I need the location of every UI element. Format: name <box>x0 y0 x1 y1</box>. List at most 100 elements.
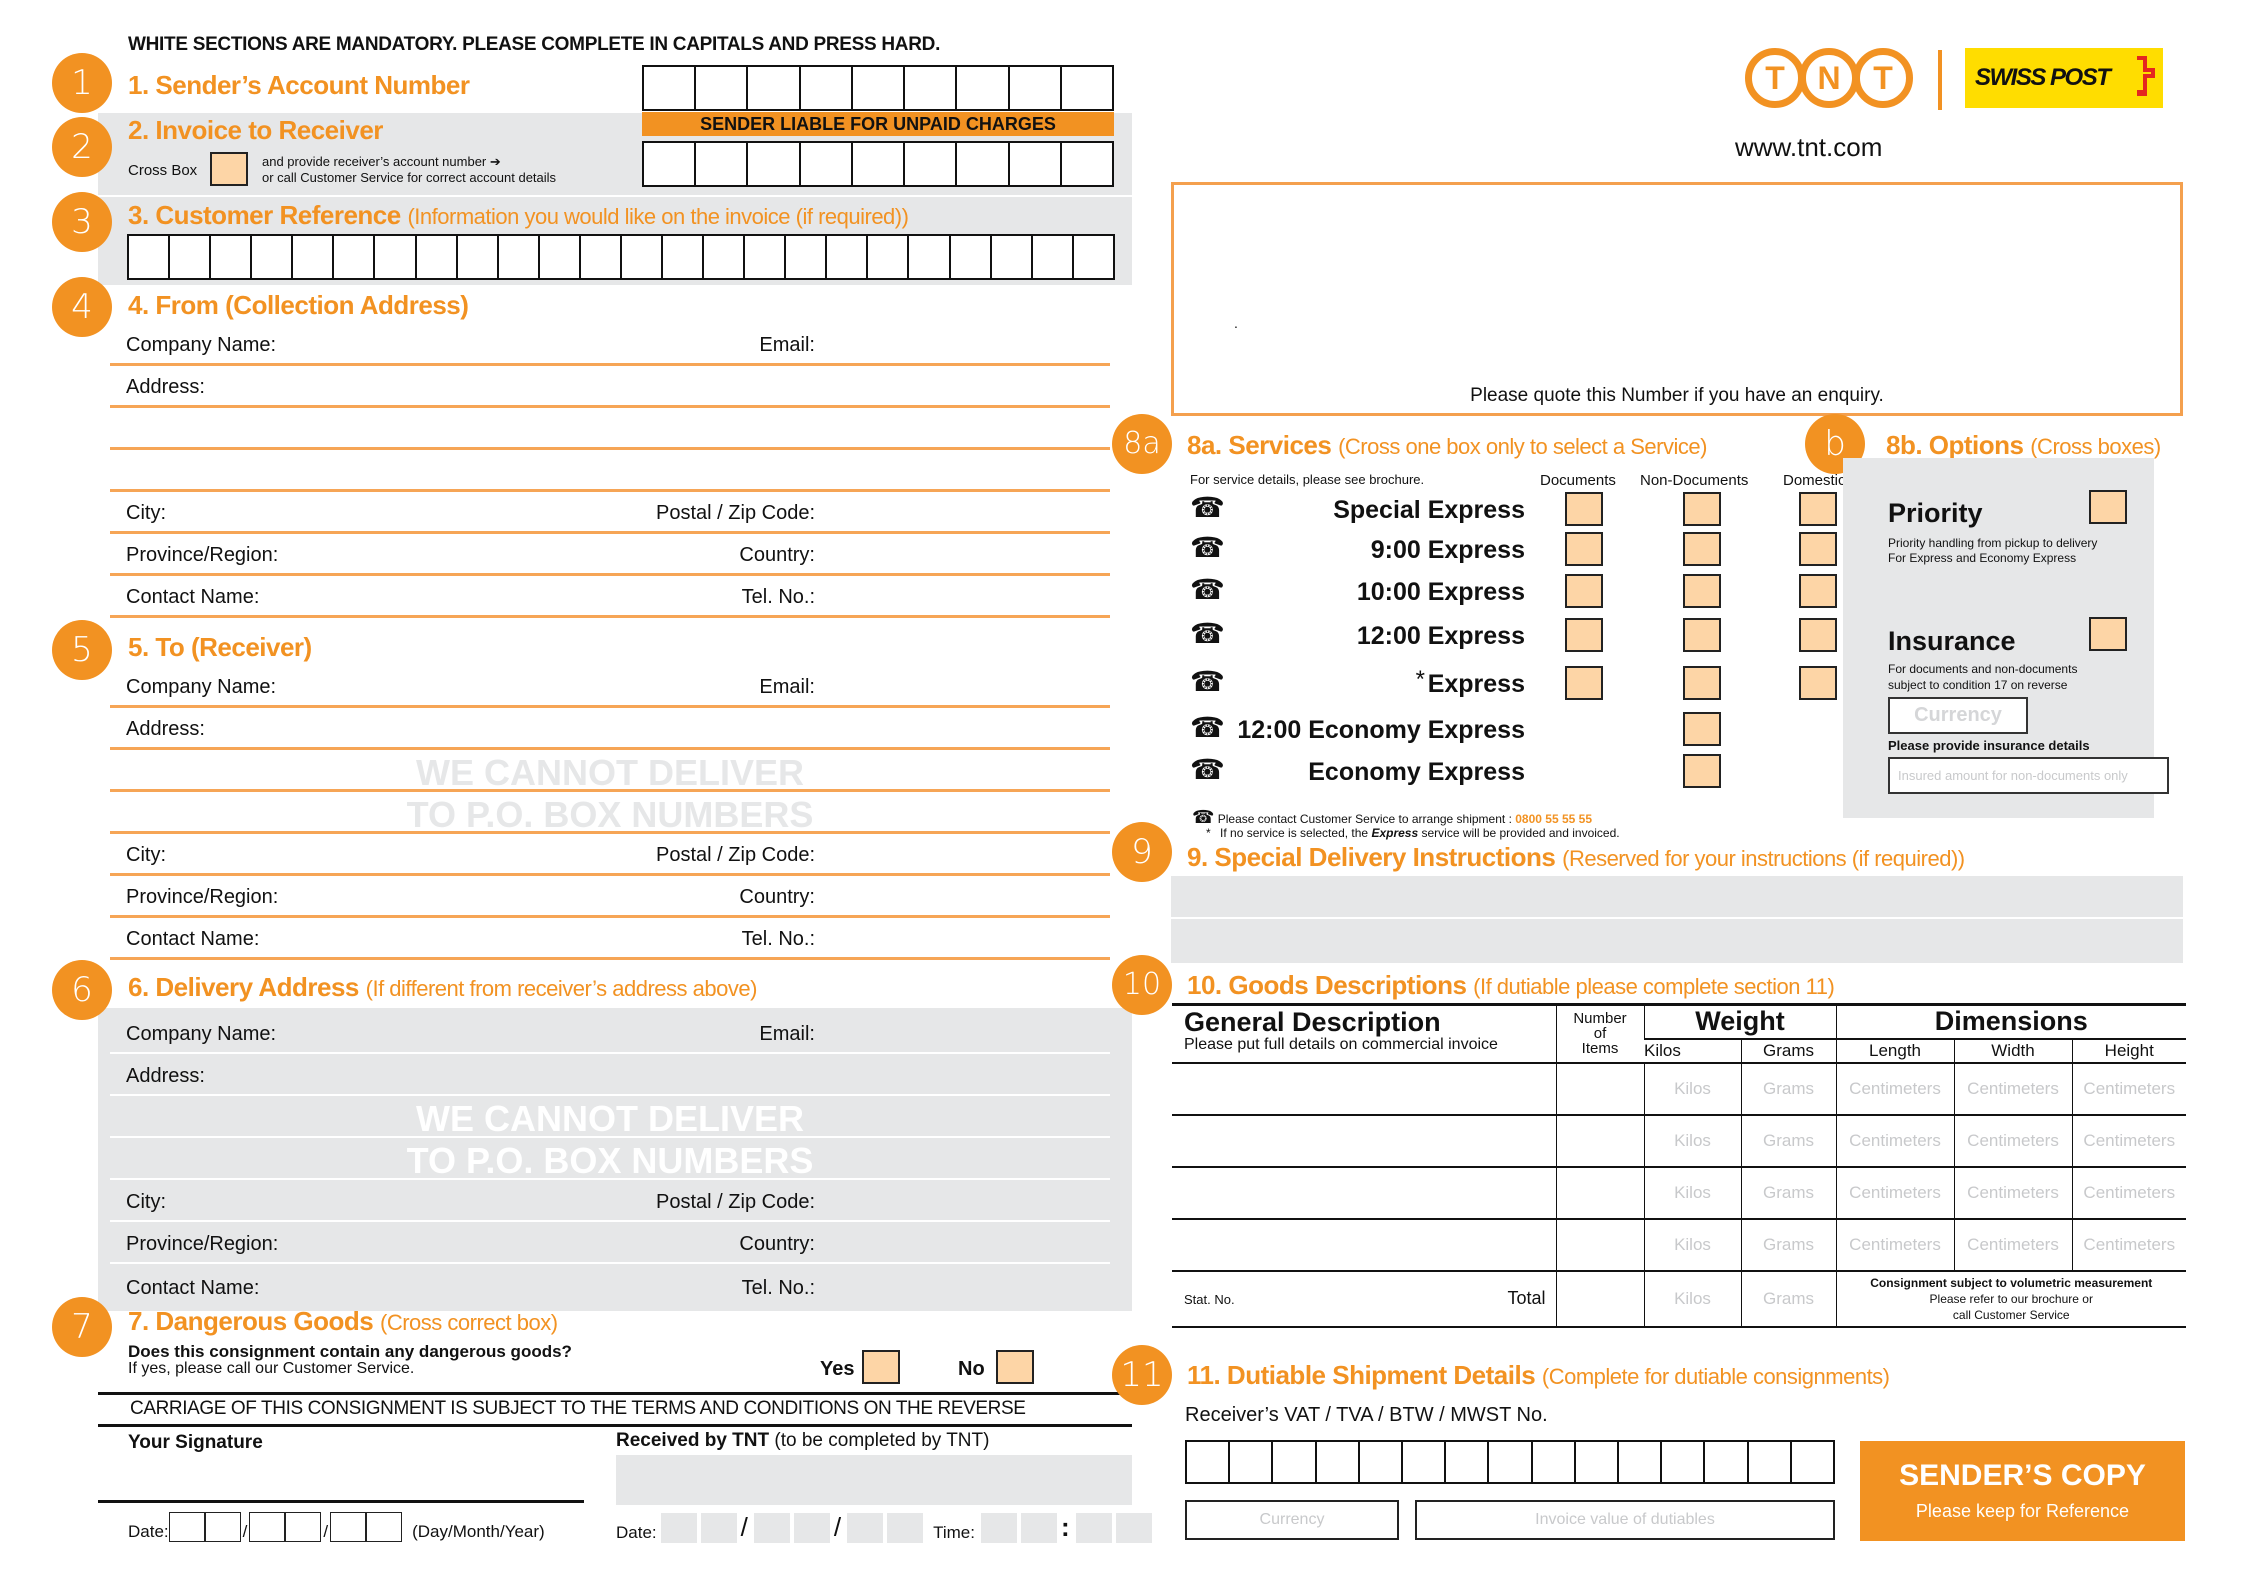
vat-digit-cell[interactable] <box>1360 1442 1404 1482</box>
goods-kilos-input[interactable]: Kilos <box>1643 1218 1741 1271</box>
service-checkbox-non-documents[interactable] <box>1683 712 1721 746</box>
goods-description-input[interactable] <box>1172 1219 1556 1271</box>
special-instructions-line-1[interactable] <box>1171 876 2183 917</box>
total-items-input[interactable] <box>1555 1270 1644 1327</box>
tnt-time-digit[interactable] <box>1115 1513 1152 1543</box>
goods-width-input[interactable]: Centimeters <box>1953 1218 2072 1271</box>
sender-account-number-input[interactable] <box>642 65 1114 111</box>
tnt-date-digit[interactable] <box>793 1513 830 1543</box>
goods-items-input[interactable] <box>1555 1166 1644 1219</box>
from-row-city-postal[interactable]: City: Postal / Zip Code: <box>110 492 1110 534</box>
service-checkbox-domestic[interactable] <box>1799 666 1837 700</box>
service-checkbox-non-documents[interactable] <box>1683 618 1721 652</box>
tnt-date-digit[interactable] <box>887 1513 924 1543</box>
dutiable-currency-input[interactable]: Currency <box>1185 1500 1399 1540</box>
goods-kilos-input[interactable]: Kilos <box>1643 1166 1741 1219</box>
service-checkbox-non-documents[interactable] <box>1683 754 1721 788</box>
goods-grams-input[interactable]: Grams <box>1740 1062 1836 1115</box>
service-checkbox-documents[interactable] <box>1565 574 1603 608</box>
vat-digit-cell[interactable] <box>1403 1442 1447 1482</box>
goods-length-input[interactable]: Centimeters <box>1835 1062 1954 1115</box>
goods-height-input[interactable]: Centimeters <box>2071 1218 2186 1271</box>
service-checkbox-domestic[interactable] <box>1799 532 1837 566</box>
goods-items-input[interactable] <box>1555 1062 1644 1115</box>
vat-number-input[interactable] <box>1185 1440 1835 1484</box>
tnt-date-digit[interactable] <box>753 1513 790 1543</box>
service-checkbox-domestic[interactable] <box>1799 492 1837 526</box>
from-row-address[interactable]: Address: <box>110 366 1110 408</box>
service-checkbox-non-documents[interactable] <box>1683 532 1721 566</box>
to-row-address[interactable]: Address: <box>110 708 1110 750</box>
goods-description-input[interactable] <box>1172 1063 1556 1115</box>
goods-height-input[interactable]: Centimeters <box>2071 1166 2186 1219</box>
date-day-digit[interactable] <box>168 1512 205 1542</box>
goods-grams-input[interactable]: Grams <box>1740 1114 1836 1167</box>
service-checkbox-non-documents[interactable] <box>1683 492 1721 526</box>
insured-amount-input[interactable]: Insured amount for non-documents only <box>1888 757 2169 794</box>
total-grams-input[interactable]: Grams <box>1740 1270 1836 1327</box>
from-row-province-country[interactable]: Province/Region: Country: <box>110 534 1110 576</box>
tnt-time-digit[interactable] <box>1020 1513 1057 1543</box>
vat-digit-cell[interactable] <box>1317 1442 1360 1482</box>
delivery-row-address[interactable]: Address: <box>110 1054 1110 1096</box>
date-month-digit[interactable] <box>285 1512 322 1542</box>
vat-digit-cell[interactable] <box>1446 1442 1490 1482</box>
vat-digit-cell[interactable] <box>1576 1442 1620 1482</box>
vat-digit-cell[interactable] <box>1273 1442 1317 1482</box>
service-checkbox-documents[interactable] <box>1565 532 1603 566</box>
to-row-address-2[interactable]: WE CANNOT DELIVER <box>110 750 1110 793</box>
service-checkbox-non-documents[interactable] <box>1683 666 1721 700</box>
from-row-address-3[interactable] <box>110 450 1110 492</box>
service-checkbox-documents[interactable] <box>1565 666 1603 700</box>
delivery-row-contact-tel[interactable]: Contact Name: Tel. No.: <box>110 1264 1110 1306</box>
date-year-digit[interactable] <box>330 1512 367 1542</box>
special-instructions-line-2[interactable] <box>1171 919 2183 963</box>
invoice-receiver-checkbox[interactable] <box>210 152 248 186</box>
customer-reference-input[interactable] <box>127 234 1115 280</box>
goods-kilos-input[interactable]: Kilos <box>1643 1062 1741 1115</box>
tnt-date-digit[interactable] <box>660 1513 697 1543</box>
signature-field[interactable] <box>98 1455 584 1503</box>
goods-width-input[interactable]: Centimeters <box>1953 1166 2072 1219</box>
goods-description-input[interactable] <box>1172 1167 1556 1219</box>
from-row-address-2[interactable] <box>110 408 1110 450</box>
vat-digit-cell[interactable] <box>1792 1442 1833 1482</box>
dangerous-yes-checkbox[interactable] <box>862 1350 900 1384</box>
vat-digit-cell[interactable] <box>1187 1442 1231 1482</box>
vat-digit-cell[interactable] <box>1662 1442 1706 1482</box>
receiver-account-number-input[interactable] <box>642 141 1114 187</box>
from-row-company-email[interactable]: Company Name: Email: <box>110 324 1110 366</box>
vat-digit-cell[interactable] <box>1749 1442 1792 1482</box>
vat-digit-cell[interactable] <box>1230 1442 1274 1482</box>
to-row-province-country[interactable]: Province/Region: Country: <box>110 876 1110 918</box>
goods-height-input[interactable]: Centimeters <box>2071 1114 2186 1167</box>
to-row-contact-tel[interactable]: Contact Name: Tel. No.: <box>110 918 1110 960</box>
to-row-address-3[interactable]: TO P.O. BOX NUMBERS <box>110 792 1110 835</box>
goods-width-input[interactable]: Centimeters <box>1953 1062 2072 1115</box>
goods-width-input[interactable]: Centimeters <box>1953 1114 2072 1167</box>
goods-grams-input[interactable]: Grams <box>1740 1166 1836 1219</box>
goods-description-input[interactable] <box>1172 1115 1556 1167</box>
goods-length-input[interactable]: Centimeters <box>1835 1166 1954 1219</box>
dangerous-no-checkbox[interactable] <box>996 1350 1034 1384</box>
date-month-digit[interactable] <box>249 1512 286 1542</box>
goods-items-input[interactable] <box>1555 1218 1644 1271</box>
vat-digit-cell[interactable] <box>1489 1442 1533 1482</box>
received-by-tnt-field[interactable] <box>616 1455 1132 1505</box>
invoice-value-input[interactable]: Invoice value of dutiables <box>1415 1500 1835 1540</box>
vat-digit-cell[interactable] <box>1619 1442 1663 1482</box>
delivery-row-city-postal[interactable]: City: Postal / Zip Code: <box>110 1180 1110 1222</box>
goods-length-input[interactable]: Centimeters <box>1835 1114 1954 1167</box>
date-day-digit[interactable] <box>204 1512 241 1542</box>
service-checkbox-domestic[interactable] <box>1799 574 1837 608</box>
to-row-city-postal[interactable]: City: Postal / Zip Code: <box>110 834 1110 876</box>
from-row-contact-tel[interactable]: Contact Name: Tel. No.: <box>110 576 1110 618</box>
goods-grams-input[interactable]: Grams <box>1740 1218 1836 1271</box>
goods-height-input[interactable]: Centimeters <box>2071 1062 2186 1115</box>
delivery-row-address-3[interactable]: TO P.O. BOX NUMBERS <box>110 1138 1110 1181</box>
goods-length-input[interactable]: Centimeters <box>1835 1218 1954 1271</box>
vat-digit-cell[interactable] <box>1533 1442 1576 1482</box>
service-checkbox-domestic[interactable] <box>1799 618 1837 652</box>
tnt-time-digit[interactable] <box>1075 1513 1112 1543</box>
tnt-time-digit[interactable] <box>980 1513 1017 1543</box>
